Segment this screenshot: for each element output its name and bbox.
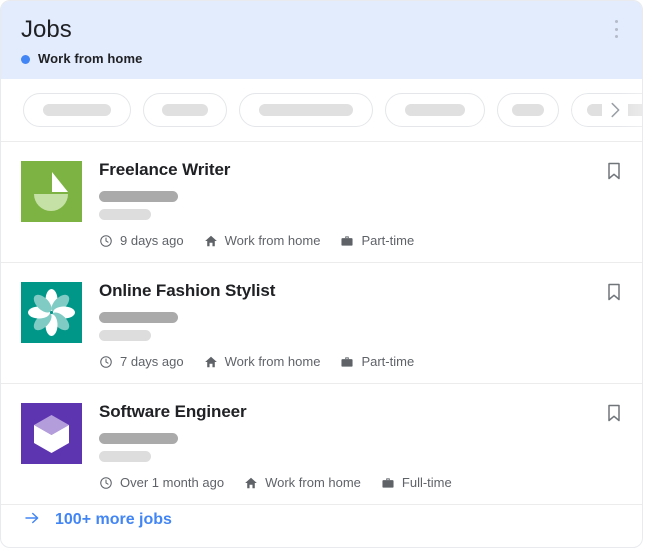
company-skeleton [99,312,178,323]
job-meta: Over 1 month ago Work from home Full-time [99,475,622,491]
jobs-header: Jobs Work from home [1,1,642,79]
company-skeleton [99,191,178,202]
job-list-item[interactable]: Online Fashion Stylist 7 days ago Work fro… [1,263,642,384]
filter-chip-row [1,79,642,142]
filter-chip[interactable] [143,93,227,127]
jobs-card: Jobs Work from home Freelance Writer 9 da… [0,0,643,548]
job-posted-label: 7 days ago [120,354,184,369]
home-icon [204,234,218,248]
sailboat-logo [21,161,82,222]
home-icon [244,476,258,490]
job-posted: 9 days ago [99,233,184,249]
job-location: Work from home [204,354,321,370]
job-details: Software Engineer Over 1 month ago Work fr… [99,400,622,490]
filter-chip[interactable] [497,93,559,127]
source-skeleton [99,330,151,341]
bookmark-icon[interactable] [604,160,624,182]
job-location-label: Work from home [224,233,321,248]
clock-icon [99,476,113,490]
chevron-right-icon[interactable] [602,97,628,123]
job-posted-label: 9 days ago [120,233,184,248]
job-title: Software Engineer [99,402,247,421]
job-employment-type-label: Full-time [401,475,452,490]
arrow-right-icon [21,509,43,532]
job-location: Work from home [204,233,321,249]
job-location-label: Work from home [224,354,321,369]
job-posted-label: Over 1 month ago [120,475,225,490]
job-posted: 7 days ago [99,354,184,370]
filter-chip-skeleton [405,104,465,116]
job-title: Online Fashion Stylist [99,281,276,300]
job-details: Freelance Writer 9 days ago Work from home… [99,158,622,248]
flower-logo [21,282,82,343]
job-meta: 9 days ago Work from home Part-time [99,233,622,249]
filter-chip-scroller[interactable] [1,79,642,141]
job-location: Work from home [244,475,361,491]
job-list: Freelance Writer 9 days ago Work from home… [1,142,642,505]
cube-logo [21,403,82,464]
job-meta: 7 days ago Work from home Part-time [99,354,622,370]
blue-dot-icon [21,54,30,64]
filter-chip[interactable] [385,93,485,127]
kebab-menu-icon[interactable] [607,19,625,39]
more-jobs-link[interactable]: 100+ more jobs [21,509,172,532]
filter-chip[interactable] [23,93,131,127]
header-subtitle-label: Work from home [38,51,143,66]
filter-chip-skeleton [259,104,353,116]
company-skeleton [99,433,178,444]
job-list-item[interactable]: Software Engineer Over 1 month ago Work fr… [1,384,642,505]
clock-icon [99,355,113,369]
filter-chip[interactable] [239,93,373,127]
briefcase-icon [340,234,354,248]
job-employment-type-label: Part-time [361,233,415,248]
job-title: Freelance Writer [99,160,231,179]
filter-chip-skeleton [43,104,111,116]
more-jobs-label: 100+ more jobs [55,511,172,528]
header-subtitle: Work from home [21,51,622,67]
filter-chip-skeleton [512,104,544,116]
page-title: Jobs [21,16,72,43]
job-details: Online Fashion Stylist 7 days ago Work fro… [99,279,622,369]
briefcase-icon [340,355,354,369]
job-employment-type: Part-time [340,233,414,249]
job-employment-type: Part-time [340,354,414,370]
clock-icon [99,234,113,248]
home-icon [204,355,218,369]
job-employment-type: Full-time [381,475,452,491]
source-skeleton [99,451,151,462]
job-posted: Over 1 month ago [99,475,224,491]
briefcase-icon [381,476,395,490]
bookmark-icon[interactable] [604,402,624,424]
job-location-label: Work from home [265,475,361,490]
bookmark-icon[interactable] [604,281,624,303]
job-list-item[interactable]: Freelance Writer 9 days ago Work from home… [1,142,642,263]
source-skeleton [99,209,151,220]
filter-chip-skeleton [162,104,208,116]
job-employment-type-label: Part-time [361,354,415,369]
